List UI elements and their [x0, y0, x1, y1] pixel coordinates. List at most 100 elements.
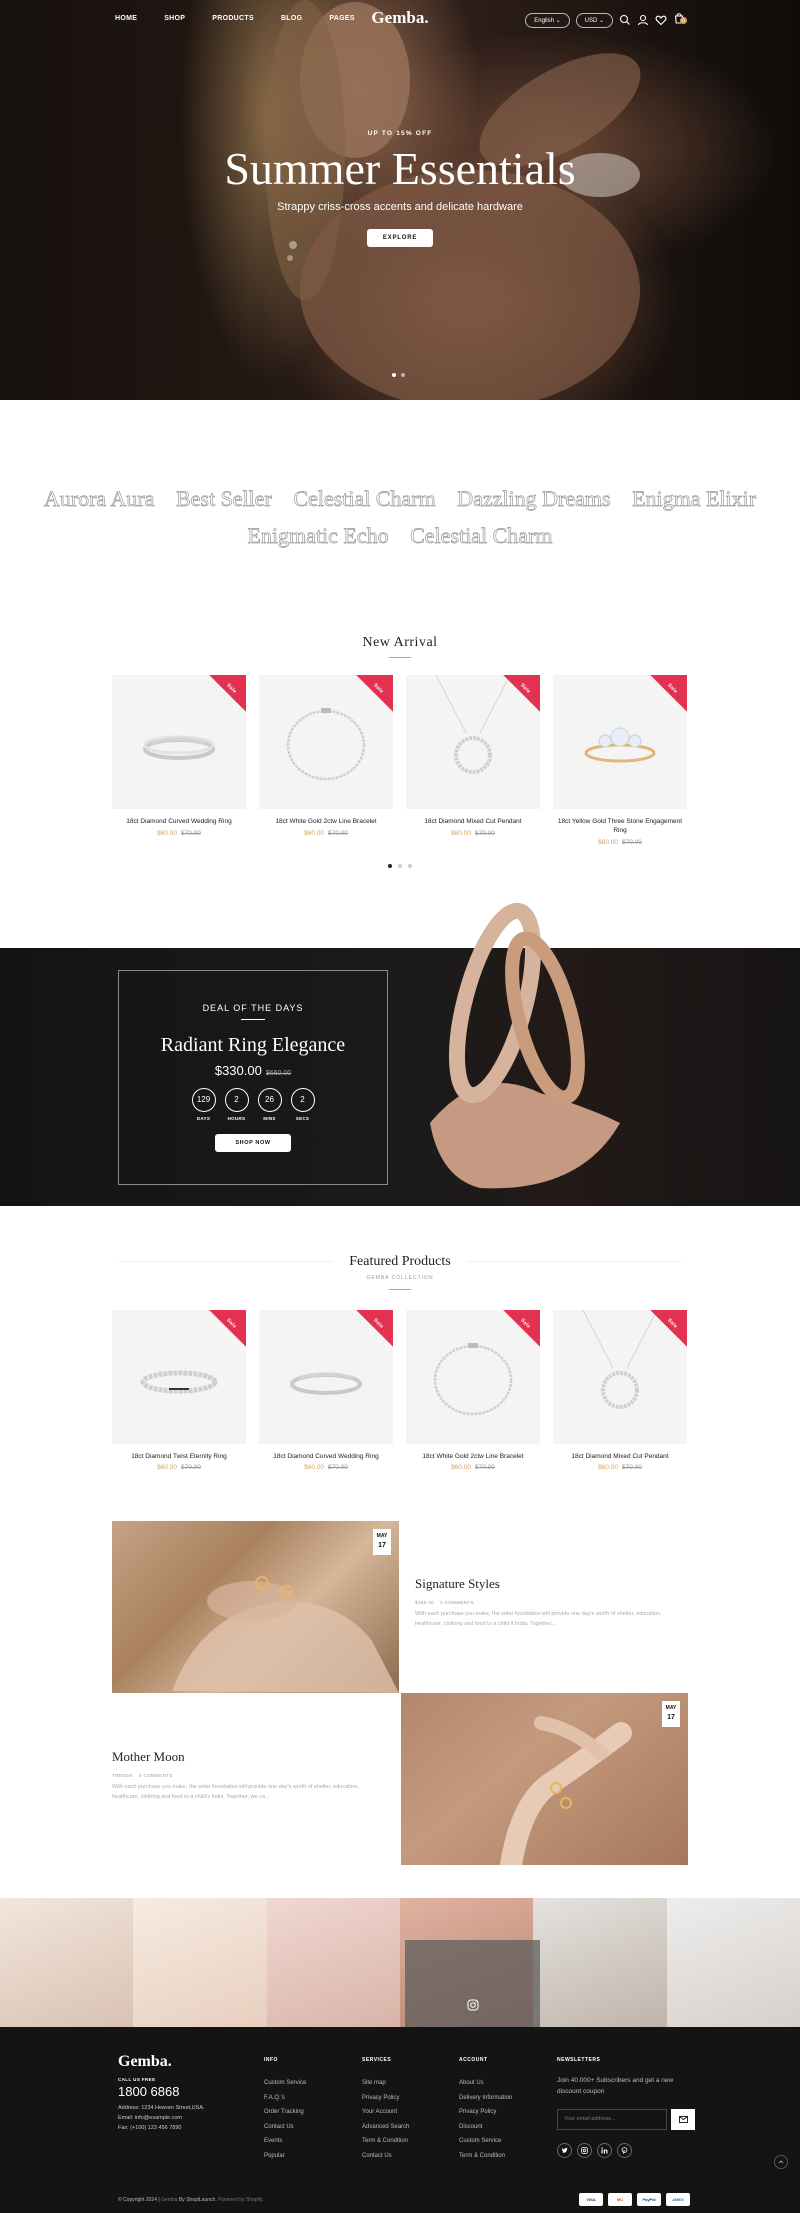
brand-link[interactable]: Celestial Charm [410, 523, 553, 549]
carousel-dot[interactable] [388, 863, 392, 868]
brand-link[interactable]: Best Seller [176, 486, 273, 512]
site-logo[interactable]: Gemba. [371, 8, 428, 28]
footer-link[interactable]: Privacy Policy [459, 2105, 512, 2120]
footer-link[interactable]: Privacy Policy [362, 2091, 409, 2106]
pinterest-icon[interactable] [617, 2143, 632, 2159]
product-card[interactable]: Sale 18ct Diamond Curved Wedding Ring $6… [259, 1309, 393, 1471]
nav-pages[interactable]: PAGES [329, 15, 355, 22]
product-card[interactable]: Sale 18ct Yellow Gold Three Stone Engage… [553, 675, 687, 846]
footer-link[interactable]: Contact Us [362, 2149, 409, 2164]
footer-link[interactable]: Advanced Search [362, 2120, 409, 2135]
nav-products[interactable]: PRODUCTS [212, 15, 254, 22]
product-name[interactable]: 18ct Diamond Mixed Cut Pendant [553, 1453, 687, 1462]
product-card[interactable]: Sale 18ct Diamond Mixed Cut Pendant $60.… [553, 1309, 687, 1472]
gallery-image[interactable] [0, 1898, 134, 2028]
footer-link[interactable]: Events [264, 2134, 306, 2149]
nav-blog[interactable]: BLOG [281, 15, 302, 22]
product-image[interactable]: Sale [259, 1309, 393, 1444]
product-image[interactable]: Sale [553, 675, 687, 809]
product-image[interactable]: Sale [553, 1309, 687, 1444]
explore-button[interactable]: EXPLORE [366, 229, 434, 248]
product-card[interactable]: Sale 18ct Diamond Twist Eternity Ring $6… [112, 1309, 246, 1472]
product-image[interactable]: Sale [259, 675, 393, 809]
footer-link[interactable]: F.A.Q.'s [264, 2091, 306, 2106]
product-name[interactable]: 18ct Diamond Curved Wedding Ring [112, 818, 246, 827]
footer-link[interactable]: Term & Condition [362, 2134, 409, 2149]
post-title[interactable]: Signature Styles [415, 1576, 680, 1592]
footer-link[interactable]: Term & Condition [459, 2149, 512, 2164]
brand-link[interactable]: Dazzling Dreams [457, 486, 611, 512]
product-name[interactable]: 18ct Diamond Curved Wedding Ring [259, 1453, 393, 1462]
brand-link[interactable]: Celestial Charm [293, 486, 436, 512]
countdown-label: SECS [295, 1115, 310, 1121]
brand-link[interactable]: Enigmatic Echo [247, 523, 389, 549]
product-card[interactable]: Sale 18ct White Gold 2ctw Line Bracelet … [259, 675, 393, 846]
heart-icon[interactable] [655, 14, 667, 26]
footer-link[interactable]: Order Tracking [264, 2105, 306, 2120]
subscribe-button[interactable] [671, 2109, 695, 2131]
call-label: CALL US FREE [118, 2077, 156, 2083]
gallery-image[interactable] [666, 1898, 800, 2028]
back-to-top-button[interactable] [774, 2155, 788, 2170]
countdown-hours: 2 [224, 1087, 249, 1112]
product-price: $60.00 [598, 1464, 618, 1472]
instagram-icon[interactable] [577, 2143, 592, 2159]
brand-link[interactable]: Aurora Aura [44, 486, 155, 512]
product-price: $60.00 [157, 1464, 177, 1472]
countdown-label: DAYS [196, 1115, 211, 1121]
carousel-dot[interactable] [398, 863, 402, 868]
deal-kicker: DEAL OF THE DAYS [202, 1002, 304, 1013]
phone-number[interactable]: 1800 6868 [118, 2084, 205, 2099]
linkedin-icon[interactable] [597, 2143, 612, 2159]
twitter-icon[interactable] [557, 2143, 572, 2159]
nav-shop[interactable]: SHOP [164, 15, 185, 22]
product-name[interactable]: 18ct Diamond Mixed Cut Pendant [406, 818, 540, 827]
footer-link[interactable]: Site map [362, 2076, 409, 2091]
payment-methods: VISA MC PayPal AMEX [579, 2193, 690, 2207]
footer-logo[interactable]: Gemba. [118, 2053, 205, 2071]
brand-link[interactable]: Enigma Elixir [632, 486, 757, 512]
post-title[interactable]: Mother Moon [112, 1749, 377, 1765]
footer-link[interactable]: Custom Service [264, 2076, 306, 2091]
gallery-image[interactable] [133, 1898, 267, 2028]
footer-link[interactable]: Delivery Information [459, 2091, 512, 2106]
carousel-dot[interactable] [408, 863, 412, 868]
pendant-image [435, 675, 511, 774]
product-image[interactable]: Sale [406, 1309, 540, 1444]
currency-selector[interactable]: USD ⌄ [575, 12, 613, 28]
hero-dot-1[interactable] [392, 373, 396, 377]
footer-link[interactable]: Popular [264, 2149, 306, 2164]
footer-link[interactable]: Your Account [362, 2105, 409, 2120]
shop-now-button[interactable]: SHOP NOW [215, 1133, 291, 1152]
hero-dot-2[interactable] [401, 373, 405, 377]
copyright-brand[interactable]: Gemba [161, 2197, 177, 2203]
footer-link[interactable]: Custom Service [459, 2134, 512, 2149]
cart-button[interactable]: 0 [673, 11, 687, 29]
product-name[interactable]: 18ct White Gold 2ctw Line Bracelet [406, 1453, 540, 1462]
gallery-image[interactable] [266, 1898, 400, 2028]
newsletter-email-input[interactable]: Your email address... [557, 2109, 667, 2131]
powered-by[interactable]: Powered by Shopify. [218, 2197, 264, 2203]
user-icon[interactable] [637, 14, 649, 26]
footer-link[interactable]: About Us [459, 2076, 512, 2091]
product-card[interactable]: Sale 18ct Diamond Mixed Cut Pendant $60.… [406, 675, 540, 846]
product-name[interactable]: 18ct Yellow Gold Three Stone Engagement … [553, 818, 687, 836]
blog-image[interactable]: MAY 17 [401, 1693, 688, 1866]
email[interactable]: Email: info@example.com [118, 2114, 205, 2124]
gallery-image[interactable] [533, 1898, 667, 2028]
product-name[interactable]: 18ct Diamond Twist Eternity Ring [112, 1453, 246, 1462]
product-image[interactable]: Sale [112, 1309, 246, 1444]
product-card[interactable]: Sale 18ct White Gold 2ctw Line Bracelet … [406, 1309, 540, 1471]
product-image[interactable]: Sale [112, 675, 246, 809]
nav-home[interactable]: HOME [115, 15, 137, 22]
product-name[interactable]: 18ct White Gold 2ctw Line Bracelet [259, 818, 393, 827]
deal-title: Radiant Ring Elegance [160, 1033, 346, 1056]
copyright-by[interactable]: By ShopiLaunch. [179, 2197, 217, 2203]
footer-link[interactable]: Contact Us [264, 2120, 306, 2135]
footer-link[interactable]: Discount [459, 2120, 512, 2135]
product-image[interactable]: Sale [406, 675, 540, 809]
product-card[interactable]: Sale 18ct Diamond Curved Wedding Ring $6… [112, 675, 246, 846]
language-selector[interactable]: English ⌄ [525, 12, 570, 28]
blog-image[interactable]: MAY 17 [112, 1521, 399, 1694]
search-icon[interactable] [619, 14, 631, 26]
